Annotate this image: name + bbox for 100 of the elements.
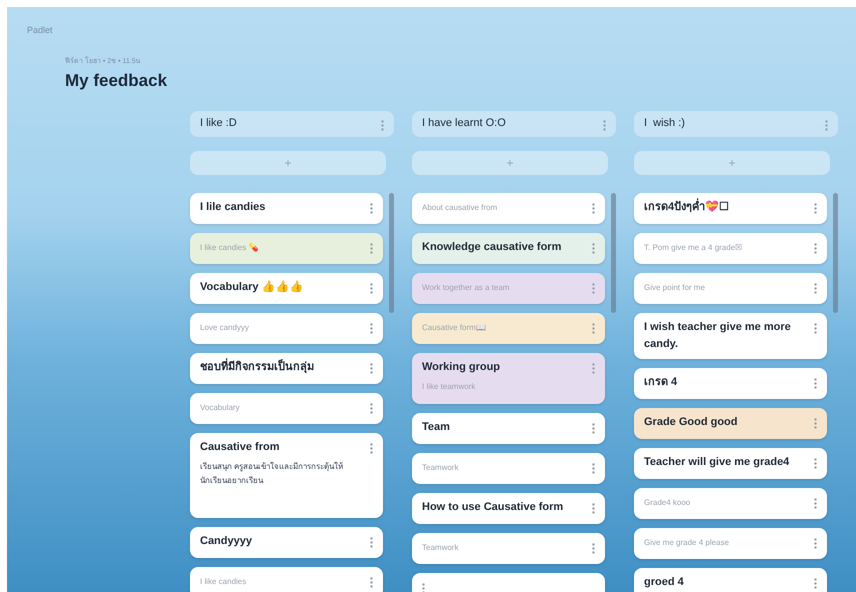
more-options-icon[interactable] [814,418,817,428]
post-text: I like candies 💊 [200,242,260,254]
more-options-icon[interactable] [603,120,606,131]
more-options-icon[interactable] [422,582,425,592]
post-title: Team [422,420,451,434]
board-title: My feedback [65,72,168,88]
post-title: เกรด4ปังๆค่ำ💝☐ [644,198,806,216]
post-card[interactable]: Working group I like teamwork [412,352,605,404]
more-options-icon[interactable] [370,202,373,214]
post-card[interactable]: I like candies [190,566,383,592]
app-name[interactable]: Padlet [27,25,53,35]
post-title: Causative from [200,440,280,454]
post-title: How to use Causative form [422,500,564,514]
more-options-icon[interactable] [814,322,817,334]
scrollbar[interactable] [833,192,838,312]
more-options-icon[interactable] [370,362,373,374]
post-text: Teamwork [422,542,460,554]
post-card[interactable]: Causative from เรียนสนุก ครูสอนเข้าใจและมีการกระตุ้นให้นักเรียนอยากเรียน [190,432,383,518]
post-text: Grade4 kooo [644,496,692,508]
post-card[interactable]: I lile candies [190,192,383,224]
more-options-icon[interactable] [814,538,817,548]
more-options-icon[interactable] [814,578,817,588]
column-title: I have learnt O:O [422,116,506,132]
more-options-icon[interactable] [592,462,595,474]
post-text: Love candyyy [200,322,250,334]
post-card[interactable]: Teacher will give me grade4 [634,448,827,478]
post-card[interactable]: Teamwork [412,452,605,484]
post-text: Teamwork [422,462,460,474]
post-title: Working group [422,360,502,374]
add-post-button[interactable]: + [190,150,386,174]
more-options-icon[interactable] [592,202,595,214]
post-card[interactable]: เกรด4ปังๆค่ำ💝☐ [634,192,827,224]
post-card[interactable]: About causative from [412,192,605,224]
post-text: T. Pom give me a 4 grade☒ [644,242,744,254]
more-options-icon[interactable] [370,576,373,588]
post-text: I like teamwork [422,380,476,392]
add-post-button[interactable]: + [634,150,830,174]
more-options-icon[interactable] [592,242,595,254]
more-options-icon[interactable] [370,402,373,414]
more-options-icon[interactable] [370,442,373,454]
scrollbar[interactable] [389,192,394,312]
column-title: I like :D [200,116,237,132]
post-title: Teacher will give me grade4 [644,454,790,470]
post-title: Grade Good good [644,414,738,430]
post-card[interactable]: Vocabulary [190,392,383,424]
more-options-icon[interactable] [370,282,373,294]
post-title: ชอบที่มีกิจกรรมเป็นกลุ่ม [200,358,362,376]
more-options-icon[interactable] [825,120,828,131]
post-card[interactable]: T. Pom give me a 4 grade☒ [634,232,827,264]
more-options-icon[interactable] [370,242,373,254]
post-text: Vocabulary [200,402,241,414]
post-card[interactable]: Love candyyy [190,312,383,344]
post-card[interactable]: Team [412,412,605,444]
more-options-icon[interactable] [814,498,817,508]
more-options-icon[interactable] [370,536,373,548]
post-text: Work together as a team [422,282,510,294]
post-card[interactable]: Candyyyy [190,526,383,558]
post-card[interactable]: I like candies 💊 [190,232,383,264]
post-text: I like candies [200,576,248,588]
more-options-icon[interactable] [381,120,384,131]
more-options-icon[interactable] [370,322,373,334]
more-options-icon[interactable] [814,202,817,214]
more-options-icon[interactable] [592,362,595,374]
post-card[interactable]: Grade Good good [634,408,827,438]
more-options-icon[interactable] [592,502,595,514]
post-title: I wish teacher give me more candy. [644,320,792,352]
post-title: Vocabulary 👍👍👍 [200,280,305,294]
post-card[interactable]: เกรด 4 [634,368,827,398]
post-card[interactable]: Work together as a team [412,272,605,304]
column-title: I wish :) [644,116,685,132]
more-options-icon[interactable] [814,378,817,388]
post-card[interactable]: Give point for me [634,272,827,304]
post-card[interactable]: How to use Causative form [412,492,605,524]
more-options-icon[interactable] [814,458,817,468]
post-card[interactable]: I wish teacher give me more candy. [634,312,827,358]
more-options-icon[interactable] [592,542,595,554]
post-text: Give point for me [644,282,706,294]
more-options-icon[interactable] [814,282,817,294]
more-options-icon[interactable] [592,282,595,294]
post-card[interactable]: Knowledge causative form [412,232,605,264]
post-text: เรียนสนุก ครูสอนเข้าใจและมีการกระตุ้นให้นักเรียนอยากเรียน [200,460,344,486]
post-card[interactable]: groed 4 [634,568,827,592]
post-card[interactable]: ชอบที่มีกิจกรรมเป็นกลุ่ม [190,352,383,384]
post-card[interactable]: Grade4 kooo [634,488,827,518]
post-title: Candyyyy [200,534,253,548]
more-options-icon[interactable] [814,242,817,254]
scrollbar[interactable] [611,192,616,312]
post-card[interactable]: Causative form📖 [412,312,605,344]
post-text: Give me grade 4 please [644,536,730,549]
add-post-button[interactable]: + [412,150,608,174]
post-card[interactable]: Vocabulary 👍👍👍 [190,272,383,304]
post-title: เกรด 4 [644,374,678,390]
more-options-icon[interactable] [592,322,595,334]
more-options-icon[interactable] [592,422,595,434]
post-title: I lile candies [200,200,266,214]
post-text: About causative from [422,202,498,214]
post-card[interactable]: Teamwork [412,532,605,564]
post-card[interactable]: Give me grade 4 please [634,528,827,558]
post-title: Knowledge causative form [422,240,562,254]
post-title: groed 4 [644,574,685,590]
